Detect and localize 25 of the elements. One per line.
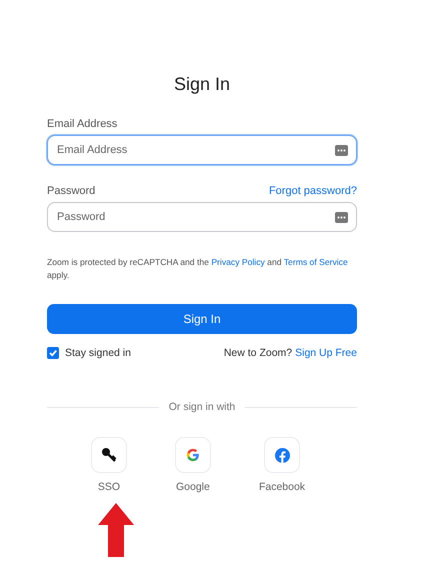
checkbox[interactable]	[47, 347, 59, 359]
field-label: Password	[47, 185, 96, 197]
google-icon	[186, 448, 200, 462]
social-login-label: Facebook	[258, 481, 306, 493]
input-field[interactable]: Email Address	[47, 135, 357, 165]
key-icon	[100, 447, 117, 463]
input-field[interactable]: Password	[47, 202, 357, 232]
social-login-label: SSO	[98, 481, 120, 493]
facebook-icon	[274, 448, 290, 462]
terms-link[interactable]: Terms of Service	[284, 257, 348, 267]
social-login-label: Google	[176, 481, 210, 493]
divider-text: Or sign in with	[168, 401, 236, 413]
sign-up-link[interactable]: Sign Up Free	[295, 347, 357, 359]
page-title: Sign In	[172, 74, 232, 95]
field-label: Email Address	[47, 118, 118, 130]
sign-in-button[interactable]: Sign In	[47, 304, 357, 334]
forgot-password-link[interactable]: Forgot password?	[268, 185, 357, 197]
arrow-drawing	[98, 503, 134, 557]
recaptcha-notice: Zoom is protected by reCAPTCHA and the Privacy Policy and Terms of Service apply.	[47, 256, 349, 282]
signup-prompt: New to Zoom?	[224, 347, 292, 359]
password-manager-icon[interactable]	[335, 212, 348, 222]
checkbox-label: Stay signed in	[65, 347, 131, 359]
privacy-policy-link[interactable]: Privacy Policy	[211, 257, 265, 267]
password-manager-icon[interactable]	[335, 144, 348, 156]
social-login-button[interactable]	[90, 437, 127, 473]
